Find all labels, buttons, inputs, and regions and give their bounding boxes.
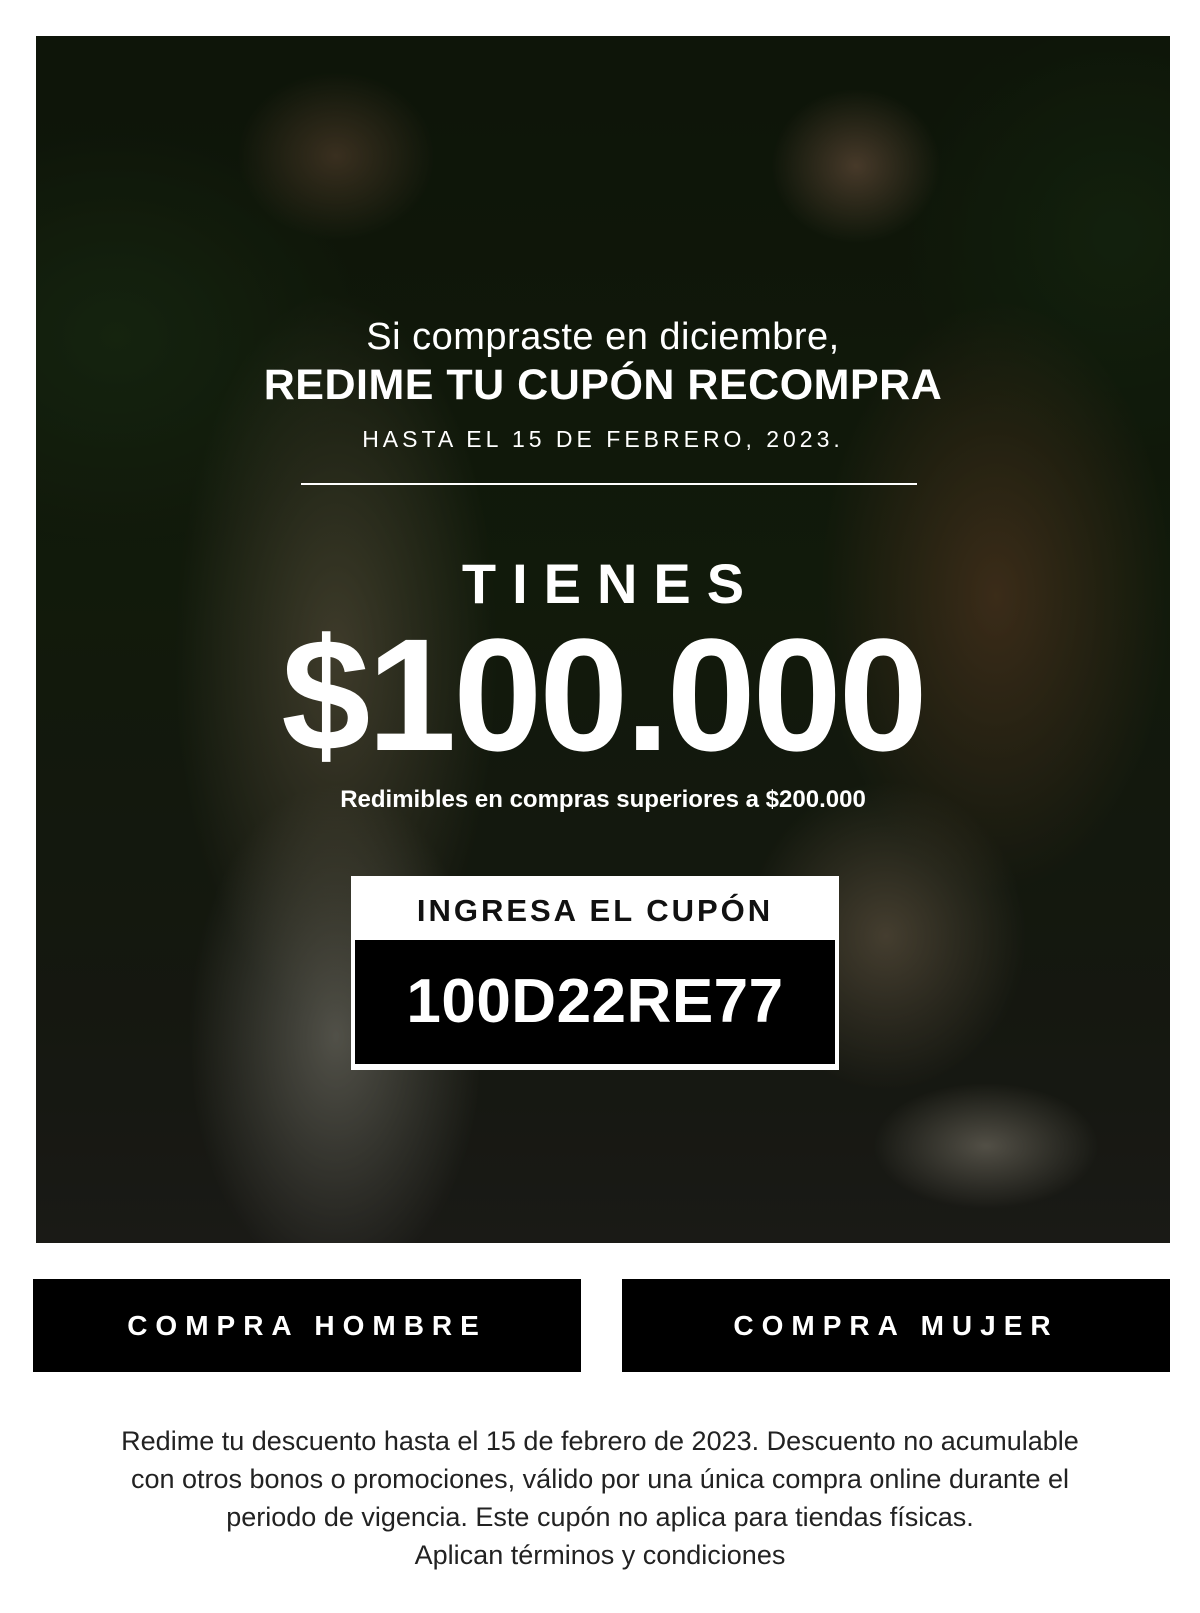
hero-overlay: Si compraste en diciembre, REDIME TU CUP… — [36, 36, 1170, 1243]
hero-amount-note: Redimibles en compras superiores a $200.… — [340, 786, 866, 813]
coupon-label: INGRESA EL CUPÓN — [416, 893, 774, 928]
hero-deadline: HASTA EL 15 DE FEBRERO, 2023. — [362, 426, 844, 452]
legal-line-3: periodo de vigencia. Este cupón no aplic… — [226, 1502, 974, 1532]
legal-line-1: Redime tu descuento hasta el 15 de febre… — [121, 1426, 1079, 1456]
shop-women-button[interactable]: COMPRA MUJER — [622, 1279, 1170, 1372]
legal-line-2: con otros bonos o promociones, válido po… — [130, 1464, 1070, 1494]
hero-banner-image: Si compraste en diciembre, REDIME TU CUP… — [36, 36, 1170, 1243]
shop-men-button[interactable]: COMPRA HOMBRE — [33, 1279, 581, 1372]
terms-link[interactable]: Aplican términos y condiciones — [60, 1536, 1140, 1574]
hero-divider — [301, 483, 917, 485]
hero-headline: REDIME TU CUPÓN RECOMPRA — [263, 361, 943, 409]
coupon-code[interactable]: 100D22RE77 — [355, 940, 835, 1064]
hero-amount: $100.000 — [281, 605, 927, 784]
coupon-box: INGRESA EL CUPÓN 100D22RE77 — [351, 876, 839, 1070]
legal-disclaimer: Redime tu descuento hasta el 15 de febre… — [60, 1422, 1140, 1574]
hero-intro-text: Si compraste en diciembre, — [366, 316, 840, 358]
